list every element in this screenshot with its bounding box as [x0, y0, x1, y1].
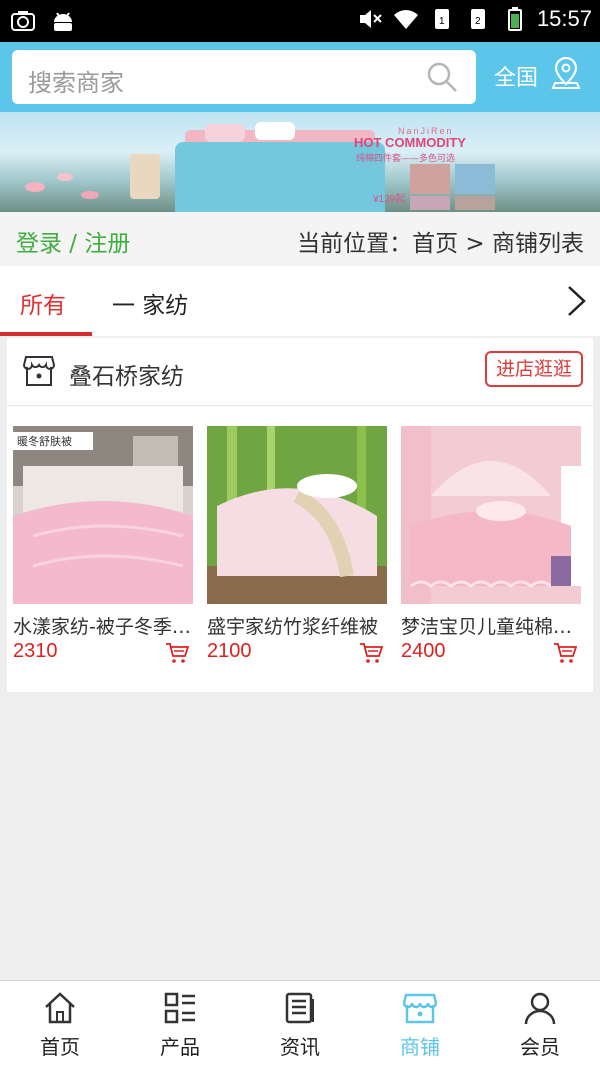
- bedding-thumb: [455, 164, 495, 194]
- chevron-right-icon[interactable]: [564, 284, 588, 318]
- pillow-image: [255, 122, 295, 140]
- product-price: 2100: [207, 640, 252, 662]
- product-name[interactable]: 梦洁宝贝儿童纯棉套件: [401, 612, 581, 639]
- login-register-link[interactable]: 登录 / 注册: [16, 224, 130, 258]
- add-to-cart-icon[interactable]: [359, 642, 383, 664]
- product-card[interactable]: 暖冬舒肤被 水漾家纺-被子冬季加厚 2310: [13, 426, 193, 676]
- tab-home-textiles[interactable]: 一 家纺: [112, 286, 188, 320]
- nav-home-label: 首页: [40, 1035, 80, 1059]
- active-tab-indicator: [0, 332, 92, 336]
- svg-text:2: 2: [475, 16, 481, 27]
- mute-icon: [359, 10, 382, 28]
- svg-text:暖冬舒肤被: 暖冬舒肤被: [17, 434, 72, 448]
- product-price: 2400: [401, 640, 446, 662]
- product-name[interactable]: 水漾家纺-被子冬季加厚: [13, 612, 193, 639]
- store-icon: [403, 993, 437, 1024]
- product-card[interactable]: 盛宇家纺竹浆纤维被 2100: [207, 426, 387, 676]
- status-bar: 1 2 15:57: [0, 0, 600, 42]
- category-tabs: 所有 一 家纺: [0, 266, 600, 336]
- nav-home[interactable]: 首页: [0, 981, 120, 1067]
- enter-store-button[interactable]: 进店逛逛: [485, 351, 583, 387]
- store-card: 叠石桥家纺 进店逛逛 暖冬舒肤被 水漾家纺-被子冬季加厚 2310 盛宇家纺竹浆…: [7, 338, 593, 692]
- bedding-thumb: [410, 196, 450, 210]
- nav-news[interactable]: 资讯: [240, 981, 360, 1067]
- nav-products-label: 产品: [160, 1035, 200, 1059]
- product-image[interactable]: 暖冬舒肤被: [13, 426, 193, 604]
- news-icon: [285, 992, 314, 1024]
- bedding-thumb: [410, 164, 450, 194]
- add-to-cart-icon[interactable]: [165, 642, 189, 664]
- bottom-nav: 首页 产品 资讯 商铺 会员: [0, 980, 600, 1067]
- screenshot-icon: [11, 11, 35, 31]
- store-icon: [23, 356, 55, 386]
- sim2-icon: 2: [470, 9, 485, 29]
- promo-banner[interactable]: NanJiRen HOT COMMODITY 纯棉四件套——多色可选 ¥139起: [0, 112, 600, 212]
- store-header: 叠石桥家纺 进店逛逛: [7, 338, 593, 406]
- nav-member[interactable]: 会员: [480, 981, 600, 1067]
- svg-text:1: 1: [439, 16, 445, 27]
- product-image[interactable]: [207, 426, 387, 604]
- pillow-image: [205, 124, 245, 142]
- bedding-thumb: [455, 196, 495, 210]
- location-pin-icon[interactable]: [551, 56, 581, 90]
- tab-all-label: 所有: [20, 293, 66, 319]
- product-image[interactable]: [401, 426, 581, 604]
- member-icon: [524, 992, 556, 1025]
- status-time: 15:57: [536, 6, 592, 31]
- top-header: 搜索商家 全国: [0, 42, 600, 112]
- android-icon: [54, 12, 72, 31]
- breadcrumb: 当前位置：首页 > 商铺列表: [297, 231, 584, 257]
- product-name[interactable]: 盛宇家纺竹浆纤维被: [207, 612, 387, 639]
- add-to-cart-icon[interactable]: [553, 642, 577, 664]
- search-placeholder: 搜索商家: [28, 69, 124, 97]
- nav-stores-label: 商铺: [400, 1035, 440, 1059]
- nav-stores[interactable]: 商铺: [360, 981, 480, 1067]
- region-selector[interactable]: 全国: [494, 60, 538, 92]
- store-name[interactable]: 叠石桥家纺: [69, 357, 184, 391]
- sim1-icon: 1: [434, 9, 449, 29]
- product-price: 2310: [13, 640, 58, 662]
- search-icon[interactable]: [426, 61, 458, 93]
- bedside-table-image: [130, 154, 160, 199]
- product-grid-icon: [164, 992, 195, 1024]
- product-card[interactable]: 梦洁宝贝儿童纯棉套件 2400: [401, 426, 581, 676]
- wifi-icon: [393, 10, 418, 30]
- search-input[interactable]: 搜索商家: [12, 50, 476, 104]
- nav-news-label: 资讯: [280, 1035, 320, 1059]
- banner-headline: HOT COMMODITY: [354, 135, 466, 150]
- breadcrumb-bar: 登录 / 注册 当前位置：首页 > 商铺列表: [0, 212, 600, 266]
- home-icon: [45, 992, 75, 1024]
- tab-all[interactable]: 所有: [0, 266, 92, 336]
- banner-slogan: 纯棉四件套——多色可选: [356, 154, 456, 164]
- nav-products[interactable]: 产品: [120, 981, 240, 1067]
- product-list: 暖冬舒肤被 水漾家纺-被子冬季加厚 2310 盛宇家纺竹浆纤维被 2100 梦洁…: [13, 426, 587, 676]
- nav-member-label: 会员: [520, 1035, 560, 1059]
- bed-image: [175, 142, 385, 212]
- banner-price: ¥139起: [373, 194, 406, 205]
- battery-icon: [507, 7, 522, 31]
- petals-decoration: [25, 173, 99, 199]
